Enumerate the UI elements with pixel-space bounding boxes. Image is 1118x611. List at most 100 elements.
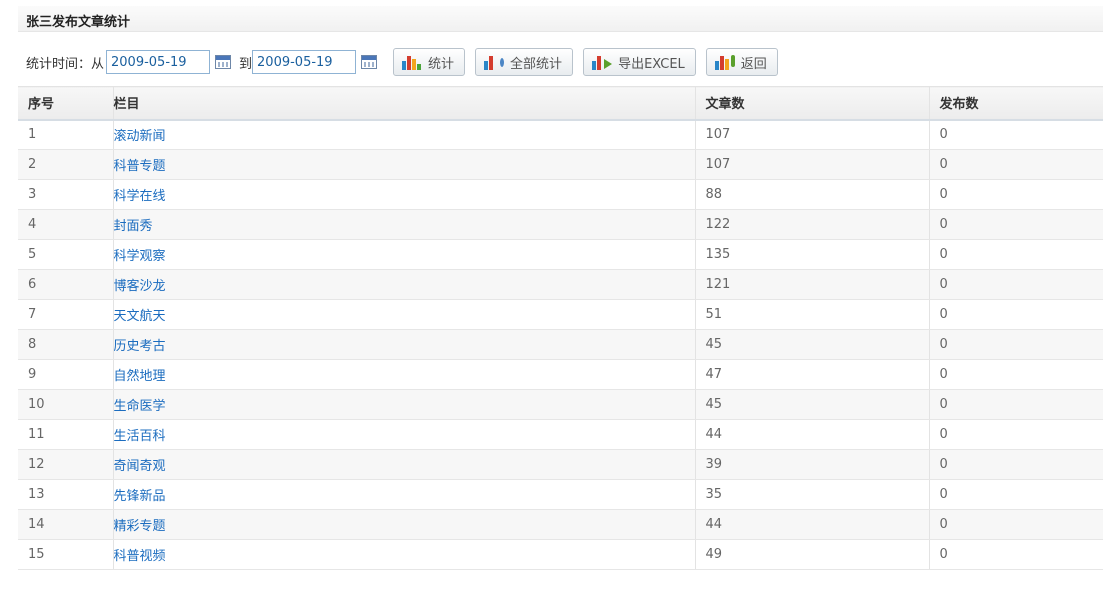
row-article-count: 45 bbox=[695, 389, 930, 420]
row-published-count: 0 bbox=[929, 389, 1103, 420]
to-label: 到 bbox=[239, 56, 253, 72]
row-article-count: 88 bbox=[695, 179, 930, 210]
table-row: 4 封面秀 122 0 bbox=[18, 209, 1103, 240]
row-column-link[interactable]: 封面秀 bbox=[113, 209, 696, 240]
row-published-count: 0 bbox=[929, 269, 1103, 300]
row-article-count: 107 bbox=[695, 119, 930, 150]
table-row: 1 滚动新闻 107 0 bbox=[18, 119, 1103, 150]
row-published-count: 0 bbox=[929, 329, 1103, 360]
header-seq: 序号 bbox=[18, 86, 114, 121]
row-seq: 1 bbox=[18, 119, 114, 150]
row-seq: 10 bbox=[18, 389, 114, 420]
row-column-link[interactable]: 生命医学 bbox=[113, 389, 696, 420]
row-published-count: 0 bbox=[929, 239, 1103, 270]
row-seq: 9 bbox=[18, 359, 114, 390]
row-seq: 13 bbox=[18, 479, 114, 510]
row-seq: 14 bbox=[18, 509, 114, 540]
row-seq: 6 bbox=[18, 269, 114, 300]
table-header-row: 序号 栏目 文章数 发布数 bbox=[18, 86, 1103, 121]
row-column-link[interactable]: 自然地理 bbox=[113, 359, 696, 390]
row-column-link[interactable]: 先锋新品 bbox=[113, 479, 696, 510]
row-seq: 7 bbox=[18, 299, 114, 330]
chart-search-icon bbox=[482, 53, 505, 71]
from-date-input[interactable] bbox=[106, 50, 211, 74]
row-published-count: 0 bbox=[929, 149, 1103, 180]
row-seq: 11 bbox=[18, 419, 114, 450]
export-excel-button-label: 导出EXCEL bbox=[618, 56, 685, 72]
row-seq: 2 bbox=[18, 149, 114, 180]
calendar-icon[interactable] bbox=[358, 51, 380, 73]
row-published-count: 0 bbox=[929, 299, 1103, 330]
row-column-link[interactable]: 滚动新闻 bbox=[113, 119, 696, 150]
row-seq: 12 bbox=[18, 449, 114, 480]
row-published-count: 0 bbox=[929, 119, 1103, 150]
calendar-icon[interactable] bbox=[212, 51, 234, 73]
bar-chart-icon bbox=[400, 53, 422, 71]
row-column-link[interactable]: 天文航天 bbox=[113, 299, 696, 330]
row-published-count: 0 bbox=[929, 509, 1103, 540]
table-row: 15 科普视频 49 0 bbox=[18, 539, 1103, 570]
row-published-count: 0 bbox=[929, 479, 1103, 510]
row-published-count: 0 bbox=[929, 209, 1103, 240]
table-row: 14 精彩专题 44 0 bbox=[18, 509, 1103, 540]
row-article-count: 107 bbox=[695, 149, 930, 180]
header-published: 发布数 bbox=[929, 86, 1103, 121]
chart-back-icon bbox=[713, 53, 735, 71]
row-column-link[interactable]: 历史考古 bbox=[113, 329, 696, 360]
stat-button-label: 统计 bbox=[428, 56, 455, 72]
row-column-link[interactable]: 科学观察 bbox=[113, 239, 696, 270]
row-article-count: 135 bbox=[695, 239, 930, 270]
row-seq: 5 bbox=[18, 239, 114, 270]
table-row: 5 科学观察 135 0 bbox=[18, 239, 1103, 270]
time-range-label: 统计时间：从 bbox=[26, 56, 105, 72]
stat-button[interactable]: 统计 bbox=[393, 48, 466, 76]
row-column-link[interactable]: 科普视频 bbox=[113, 539, 696, 570]
table-row: 6 博客沙龙 121 0 bbox=[18, 269, 1103, 300]
row-article-count: 121 bbox=[695, 269, 930, 300]
row-article-count: 49 bbox=[695, 539, 930, 570]
row-seq: 3 bbox=[18, 179, 114, 210]
table-row: 7 天文航天 51 0 bbox=[18, 299, 1103, 330]
table-row: 10 生命医学 45 0 bbox=[18, 389, 1103, 420]
back-button-label: 返回 bbox=[740, 56, 767, 72]
page-title: 张三发布文章统计 bbox=[26, 15, 131, 30]
header-column: 栏目 bbox=[113, 86, 696, 121]
row-article-count: 45 bbox=[695, 329, 930, 360]
row-article-count: 44 bbox=[695, 419, 930, 450]
row-published-count: 0 bbox=[929, 359, 1103, 390]
page-header: 张三发布文章统计 bbox=[18, 6, 1103, 32]
row-published-count: 0 bbox=[929, 419, 1103, 450]
to-date-input[interactable] bbox=[252, 50, 357, 74]
back-button[interactable]: 返回 bbox=[705, 48, 778, 76]
row-article-count: 39 bbox=[695, 449, 930, 480]
header-articles: 文章数 bbox=[695, 86, 930, 121]
table-row: 2 科普专题 107 0 bbox=[18, 149, 1103, 180]
row-article-count: 122 bbox=[695, 209, 930, 240]
export-excel-button[interactable]: 导出EXCEL bbox=[583, 48, 696, 76]
row-article-count: 51 bbox=[695, 299, 930, 330]
row-seq: 15 bbox=[18, 539, 114, 570]
all-stat-button[interactable]: 全部统计 bbox=[475, 48, 574, 76]
table-row: 12 奇闻奇观 39 0 bbox=[18, 449, 1103, 480]
row-column-link[interactable]: 精彩专题 bbox=[113, 509, 696, 540]
row-column-link[interactable]: 科学在线 bbox=[113, 179, 696, 210]
table-body: 1 滚动新闻 107 0 2 科普专题 107 0 3 科学在线 88 0 4 封面秀 122 0 5 科学观察 1… bbox=[18, 119, 1103, 570]
row-article-count: 35 bbox=[695, 479, 930, 510]
row-column-link[interactable]: 博客沙龙 bbox=[113, 269, 696, 300]
table-row: 11 生活百科 44 0 bbox=[18, 419, 1103, 450]
table-row: 3 科学在线 88 0 bbox=[18, 179, 1103, 210]
row-published-count: 0 bbox=[929, 179, 1103, 210]
row-seq: 8 bbox=[18, 329, 114, 360]
table-row: 8 历史考古 45 0 bbox=[18, 329, 1103, 360]
stats-table: 序号 栏目 文章数 发布数 1 滚动新闻 107 0 2 科普专题 107 0 3 科学在线 88 0… bbox=[18, 86, 1103, 570]
row-published-count: 0 bbox=[929, 539, 1103, 570]
row-published-count: 0 bbox=[929, 449, 1103, 480]
row-seq: 4 bbox=[18, 209, 114, 240]
table-row: 13 先锋新品 35 0 bbox=[18, 479, 1103, 510]
row-column-link[interactable]: 生活百科 bbox=[113, 419, 696, 450]
row-article-count: 44 bbox=[695, 509, 930, 540]
row-column-link[interactable]: 奇闻奇观 bbox=[113, 449, 696, 480]
row-column-link[interactable]: 科普专题 bbox=[113, 149, 696, 180]
row-article-count: 47 bbox=[695, 359, 930, 390]
all-stat-button-label: 全部统计 bbox=[510, 56, 563, 72]
